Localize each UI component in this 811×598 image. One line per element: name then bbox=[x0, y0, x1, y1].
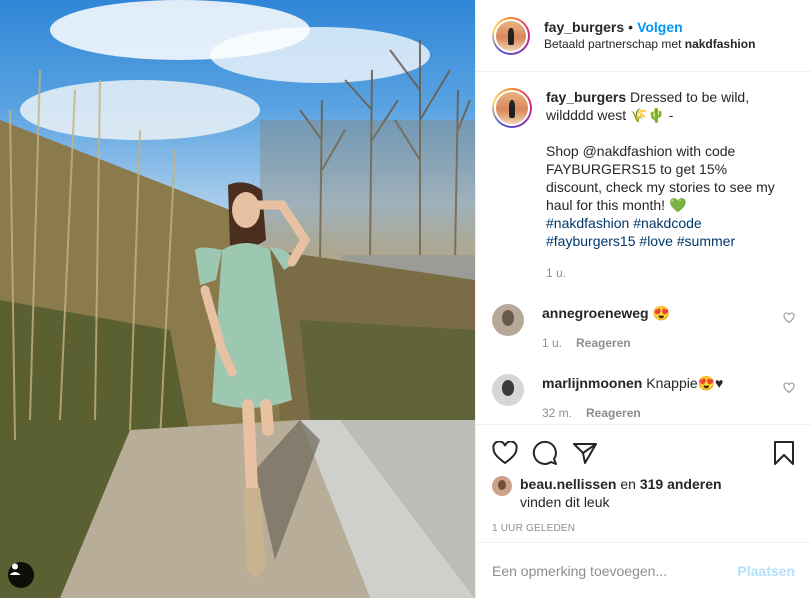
caption-hashtags: #nakdfashion #nakdcode #fayburgers15 #lo… bbox=[546, 214, 786, 250]
reply-button[interactable]: Reageren bbox=[586, 404, 641, 422]
photo-illustration bbox=[0, 0, 475, 598]
hashtag-link[interactable]: #fayburgers15 bbox=[546, 233, 636, 249]
partner-link[interactable]: nakdfashion bbox=[685, 37, 756, 51]
comment-like-heart-icon[interactable] bbox=[783, 312, 795, 324]
comment-username[interactable]: marlijnmoonen bbox=[542, 375, 642, 391]
caption-time[interactable]: 1 u. bbox=[546, 264, 786, 282]
caption: fay_burgers Dressed to be wild, wildddd … bbox=[492, 88, 795, 282]
comment-bubble-icon[interactable] bbox=[532, 440, 558, 466]
comment-item: marlijnmoonen Knappie😍♥ 32 m. Reageren bbox=[492, 374, 795, 422]
likes-count-link[interactable]: 319 anderen bbox=[640, 476, 722, 492]
posted-timestamp[interactable]: 1 UUR GELEDEN bbox=[492, 523, 795, 534]
comment-input[interactable] bbox=[492, 562, 738, 579]
follow-button[interactable]: Volgen bbox=[637, 19, 683, 36]
comment-text: 😍 bbox=[652, 305, 670, 321]
comment-username[interactable]: annegroeneweg bbox=[542, 305, 649, 321]
hashtag-link[interactable]: #love bbox=[639, 233, 672, 249]
comment-text: Knappie😍♥ bbox=[646, 375, 724, 391]
author-avatar[interactable] bbox=[492, 16, 530, 55]
author-username[interactable]: fay_burgers bbox=[544, 19, 624, 36]
post-header: fay_burgers • Volgen Betaald partnerscha… bbox=[476, 0, 811, 72]
comment-like-heart-icon[interactable] bbox=[783, 382, 795, 394]
share-paper-plane-icon[interactable] bbox=[572, 441, 598, 465]
instagram-post-modal: fay_burgers • Volgen Betaald partnerscha… bbox=[0, 0, 811, 598]
post-comment-button[interactable]: Plaatsen bbox=[737, 563, 795, 579]
hashtag-link[interactable]: #summer bbox=[677, 233, 735, 249]
hashtag-link[interactable]: #nakdcode bbox=[633, 215, 702, 231]
comment-item: annegroeneweg 😍 1 u. Reageren bbox=[492, 304, 795, 352]
liker-username[interactable]: beau.nellissen bbox=[520, 476, 616, 492]
likes-suffix: vinden dit leuk bbox=[520, 494, 610, 510]
caption-username[interactable]: fay_burgers bbox=[546, 89, 626, 105]
reply-button[interactable]: Reageren bbox=[576, 334, 631, 352]
post-actions: beau.nellissen en 319 anderen vinden dit… bbox=[476, 424, 811, 542]
paid-partnership-label: Betaald partnerschap met nakdfashion bbox=[544, 36, 755, 53]
likes-and: en bbox=[620, 476, 636, 492]
hashtag-link[interactable]: #nakdfashion bbox=[546, 215, 629, 231]
add-comment-bar: Plaatsen bbox=[476, 542, 811, 598]
comment-time[interactable]: 32 m. bbox=[542, 404, 572, 422]
comment-time[interactable]: 1 u. bbox=[542, 334, 562, 352]
post-photo[interactable] bbox=[0, 0, 475, 598]
commenter-avatar[interactable] bbox=[492, 304, 524, 336]
partnership-prefix: Betaald partnerschap met bbox=[544, 36, 685, 51]
caption-avatar[interactable] bbox=[492, 88, 532, 128]
bookmark-icon[interactable] bbox=[773, 440, 795, 466]
person-icon bbox=[9, 563, 21, 575]
post-details-panel: fay_burgers • Volgen Betaald partnerscha… bbox=[475, 0, 811, 598]
likes-summary: beau.nellissen en 319 anderen vinden dit… bbox=[492, 475, 795, 511]
like-heart-icon[interactable] bbox=[492, 441, 518, 465]
liker-avatar[interactable] bbox=[492, 476, 512, 496]
comments-list[interactable]: fay_burgers Dressed to be wild, wildddd … bbox=[476, 72, 811, 424]
caption-text-2: Shop @nakdfashion with code FAYBURGERS15… bbox=[546, 143, 775, 213]
separator-dot: • bbox=[628, 18, 634, 35]
tagged-user-icon[interactable] bbox=[8, 562, 34, 588]
commenter-avatar[interactable] bbox=[492, 374, 524, 406]
